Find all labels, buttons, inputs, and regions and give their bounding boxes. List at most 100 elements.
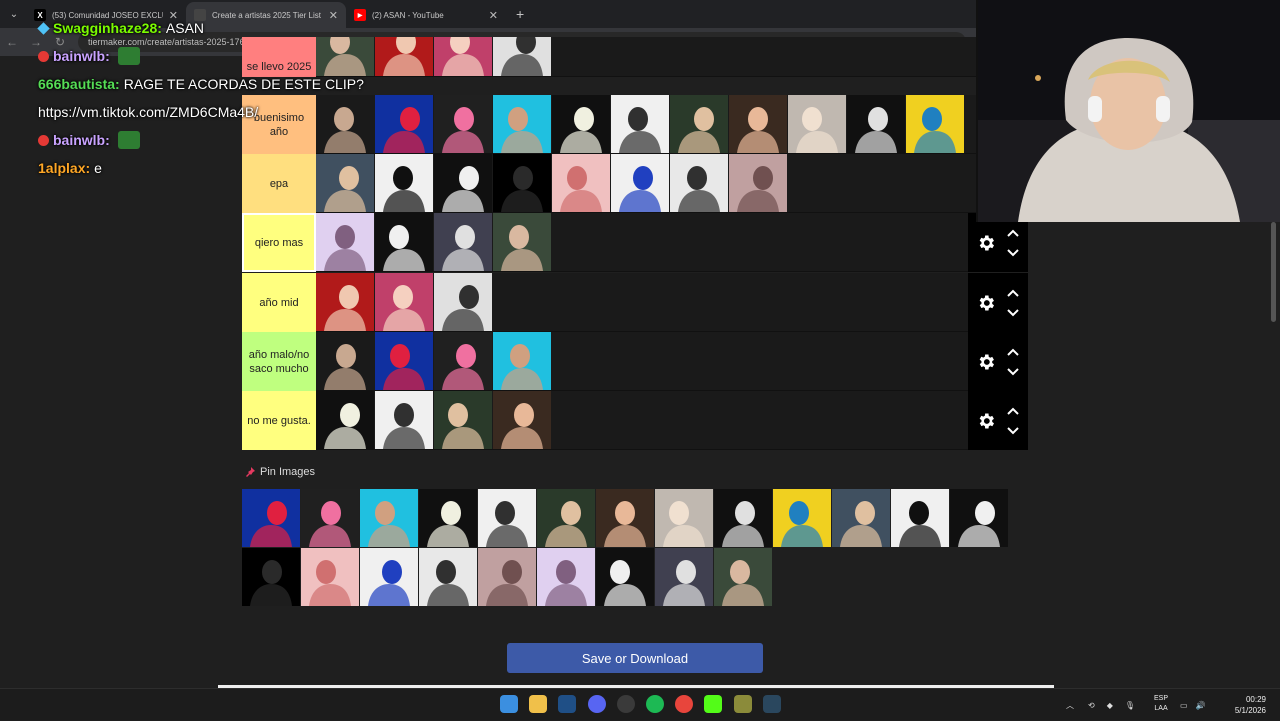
artist-image[interactable] [493,95,551,153]
artist-image[interactable] [493,37,551,76]
gear-icon[interactable] [975,292,997,314]
tier-items[interactable] [316,391,968,449]
artist-image[interactable] [434,332,492,390]
pool-image[interactable] [773,489,831,547]
artist-image[interactable] [434,391,492,449]
tier-label[interactable]: qiero mas [242,213,316,272]
artist-image[interactable] [729,95,787,153]
vertical-scrollbar[interactable] [1271,222,1276,322]
artist-image[interactable] [434,37,492,76]
chevron-up-icon[interactable] [1005,286,1021,300]
spotify-icon[interactable] [646,695,664,713]
chevron-up-icon[interactable] [1005,404,1021,418]
chrome-icon[interactable] [675,695,693,713]
tier-items[interactable] [316,154,968,212]
display-icon[interactable]: ▭ [1180,701,1188,710]
microphone-icon[interactable]: 🎙 [1125,701,1135,710]
artist-image[interactable] [434,213,492,271]
artist-image[interactable] [316,332,374,390]
artist-image[interactable] [316,273,374,331]
tier-label[interactable]: año malo/no saco mucho [242,332,316,391]
gear-icon[interactable] [975,232,997,254]
tier-label[interactable]: no me gusta. [242,391,316,450]
back-icon[interactable]: ← [0,35,24,49]
windows-start-icon[interactable] [500,695,518,713]
artist-image[interactable] [906,95,964,153]
kick-icon[interactable] [704,695,722,713]
pool-image[interactable] [891,489,949,547]
artist-image[interactable] [670,95,728,153]
chevron-up-icon[interactable] [1005,345,1021,359]
chevron-down-icon[interactable] [1005,424,1021,438]
pool-image[interactable] [596,548,654,606]
artist-image[interactable] [493,332,551,390]
tier-items[interactable] [316,95,968,153]
game-app-icon[interactable] [734,695,752,713]
tray-chevron-icon[interactable]: ︿ [1066,700,1074,711]
tier-items[interactable] [316,273,968,331]
network-sync-icon[interactable]: ⟲ [1088,701,1095,710]
pin-images-toggle[interactable]: Pin Images [244,466,315,478]
pool-image[interactable] [714,489,772,547]
tier-items[interactable] [316,332,968,390]
discord-icon[interactable] [588,695,606,713]
artist-image[interactable] [493,154,551,212]
artist-image[interactable] [434,273,492,331]
artist-image[interactable] [375,95,433,153]
tier-label[interactable]: año mid [242,273,316,332]
pool-image[interactable] [242,548,300,606]
artist-image[interactable] [375,37,433,76]
pool-image[interactable] [478,489,536,547]
chevron-down-icon[interactable] [1005,306,1021,320]
pool-image[interactable] [419,548,477,606]
pool-image[interactable] [360,489,418,547]
pool-image[interactable] [537,548,595,606]
close-tab-icon[interactable]: ✕ [489,9,498,22]
artist-image[interactable] [316,391,374,449]
artist-image[interactable] [375,391,433,449]
artist-image[interactable] [552,154,610,212]
artist-image[interactable] [670,154,728,212]
tier-items[interactable] [316,37,968,76]
artist-image[interactable] [493,213,551,271]
file-explorer-icon[interactable] [529,695,547,713]
artist-image[interactable] [611,154,669,212]
system-clock[interactable]: 00:29 5/1/2026 [1235,694,1266,716]
volume-icon[interactable]: 🔊 [1196,701,1206,710]
tab-youtube[interactable]: ▶ (2) ASAN - YouTube ✕ [346,2,506,28]
gear-icon[interactable] [975,410,997,432]
security-shield-icon[interactable]: ◆ [1107,701,1113,710]
pool-image[interactable] [537,489,595,547]
obs-icon[interactable] [617,695,635,713]
artist-image[interactable] [493,391,551,449]
chevron-down-icon[interactable] [1005,365,1021,379]
artist-image[interactable] [552,95,610,153]
artist-image[interactable] [611,95,669,153]
steam-icon[interactable] [558,695,576,713]
pool-image[interactable] [596,489,654,547]
artist-image[interactable] [434,95,492,153]
pool-image[interactable] [655,489,713,547]
artist-image[interactable] [375,332,433,390]
chevron-up-icon[interactable] [1005,226,1021,240]
language-indicator[interactable]: ESP LAA [1154,694,1168,714]
pool-image[interactable] [478,548,536,606]
artist-image[interactable] [434,154,492,212]
pool-image[interactable] [419,489,477,547]
pool-image[interactable] [360,548,418,606]
artist-image[interactable] [788,95,846,153]
steam-alt-icon[interactable] [763,695,781,713]
artist-image[interactable] [375,273,433,331]
pool-image[interactable] [242,489,300,547]
pool-image[interactable] [950,489,1008,547]
artist-image[interactable] [729,154,787,212]
new-tab-icon[interactable]: + [516,6,524,22]
tier-items[interactable] [316,213,968,271]
pool-image[interactable] [301,489,359,547]
artist-image[interactable] [375,213,433,271]
gear-icon[interactable] [975,351,997,373]
artist-image[interactable] [375,154,433,212]
pool-image[interactable] [301,548,359,606]
artist-image[interactable] [847,95,905,153]
save-or-download-button[interactable]: Save or Download [507,643,763,673]
